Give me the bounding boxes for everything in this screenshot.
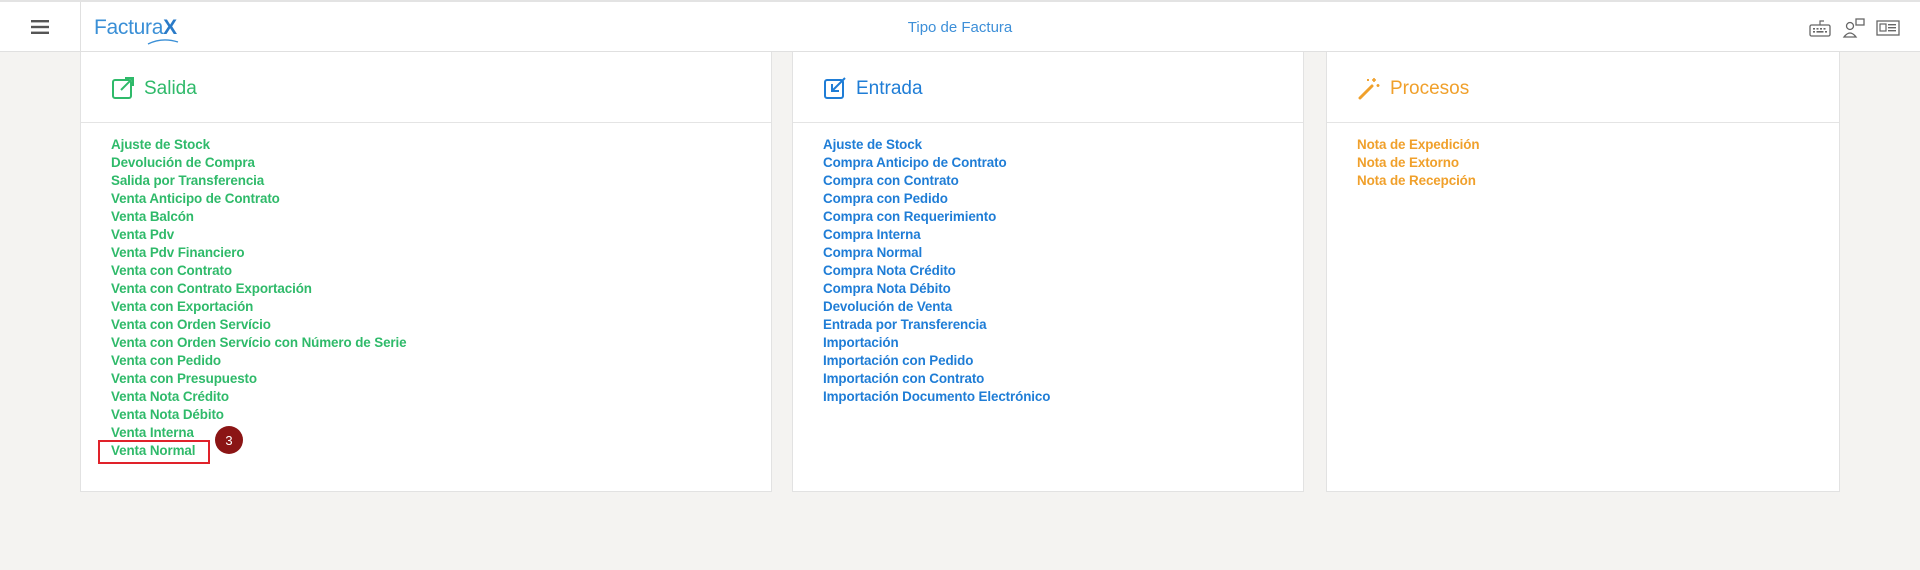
salida-item-venta-nota-credito[interactable]: Venta Nota Crédito [111,388,407,406]
entrada-item-compra-con-pedido[interactable]: Compra con Pedido [823,190,1050,208]
salida-item-venta-con-presupuesto[interactable]: Venta con Presupuesto [111,370,407,388]
page-title: Tipo de Factura [907,19,1013,36]
users-icon[interactable] [1842,16,1866,40]
id-card-icon[interactable] [1876,16,1900,40]
procesos-list: Nota de Expedición Nota de Extorno Nota … [1357,136,1480,190]
entrada-item-compra-normal[interactable]: Compra Normal [823,244,1050,262]
app-logo[interactable]: FacturaX [94,16,179,45]
salida-item-venta-con-orden-servicio[interactable]: Venta con Orden Servício [111,316,407,334]
hamburger-menu-button[interactable] [0,2,81,52]
salida-item-devolucion-de-compra[interactable]: Devolución de Compra [111,154,407,172]
logo-swoosh-icon [147,39,179,45]
salida-item-venta-con-contrato[interactable]: Venta con Contrato [111,262,407,280]
entrada-item-ajuste-de-stock[interactable]: Ajuste de Stock [823,136,1050,154]
entrada-item-entrada-por-transferencia[interactable]: Entrada por Transferencia [823,316,1050,334]
magic-wand-icon [1358,78,1380,100]
salida-item-venta-normal[interactable]: Venta Normal [111,442,407,460]
procesos-item-nota-de-extorno[interactable]: Nota de Extorno [1357,154,1479,172]
salida-item-ajuste-de-stock[interactable]: Ajuste de Stock [111,136,407,154]
step-badge: 3 [215,426,243,454]
salida-item-venta-pdv[interactable]: Venta Pdv [111,226,407,244]
entrada-item-compra-nota-credito[interactable]: Compra Nota Crédito [823,262,1050,280]
entrada-item-importacion-con-pedido[interactable]: Importación con Pedido [823,352,1050,370]
entrada-item-devolucion-de-venta[interactable]: Devolución de Venta [823,298,1050,316]
external-link-icon [112,77,134,99]
entrada-list: Ajuste de Stock Compra Anticipo de Contr… [823,136,1050,406]
entrada-card-header: Entrada [793,52,1303,123]
entrada-item-compra-con-contrato[interactable]: Compra con Contrato [823,172,1050,190]
salida-item-venta-nota-debito[interactable]: Venta Nota Débito [111,406,407,424]
keyboard-icon[interactable] [1808,16,1832,40]
entrada-item-importacion-con-contrato[interactable]: Importación con Contrato [823,370,1050,388]
entrada-item-compra-anticipo-de-contrato[interactable]: Compra Anticipo de Contrato [823,154,1050,172]
entrada-item-importacion[interactable]: Importación [823,334,1050,352]
salida-item-venta-balcon[interactable]: Venta Balcón [111,208,407,226]
hamburger-menu-icon [31,20,49,34]
salida-list: Ajuste de Stock Devolución de Compra Sal… [111,136,407,460]
procesos-card: Procesos Nota de Expedición Nota de Exto… [1326,52,1840,492]
procesos-item-nota-de-recepcion[interactable]: Nota de Recepción [1357,172,1479,190]
edit-box-icon [824,77,846,99]
salida-item-venta-pdv-financiero[interactable]: Venta Pdv Financiero [111,244,407,262]
salida-item-venta-con-pedido[interactable]: Venta con Pedido [111,352,407,370]
entrada-item-compra-interna[interactable]: Compra Interna [823,226,1050,244]
salida-title: Salida [144,78,197,99]
entrada-item-compra-nota-debito[interactable]: Compra Nota Débito [823,280,1050,298]
top-bar: FacturaX Tipo de Factura [0,0,1920,52]
salida-item-venta-con-exportacion[interactable]: Venta con Exportación [111,298,407,316]
entrada-item-compra-con-requerimiento[interactable]: Compra con Requerimiento [823,208,1050,226]
salida-item-salida-por-transferencia[interactable]: Salida por Transferencia [111,172,407,190]
entrada-item-importacion-documento-electronico[interactable]: Importación Documento Electrónico [823,388,1050,406]
salida-item-venta-con-contrato-exportacion[interactable]: Venta con Contrato Exportación [111,280,407,298]
salida-item-venta-con-orden-servicio-numero-serie[interactable]: Venta con Orden Servício con Número de S… [111,334,407,352]
entrada-card: Entrada Ajuste de Stock Compra Anticipo … [792,52,1304,492]
entrada-title: Entrada [856,78,923,99]
procesos-title: Procesos [1390,78,1470,99]
salida-item-venta-interna[interactable]: Venta Interna [111,424,407,442]
salida-card-header: Salida [81,52,771,123]
salida-item-venta-anticipo-de-contrato[interactable]: Venta Anticipo de Contrato [111,190,407,208]
procesos-card-header: Procesos [1327,52,1839,123]
procesos-item-nota-de-expedicion[interactable]: Nota de Expedición [1357,136,1480,154]
salida-card: Salida Ajuste de Stock Devolución de Com… [80,52,772,492]
